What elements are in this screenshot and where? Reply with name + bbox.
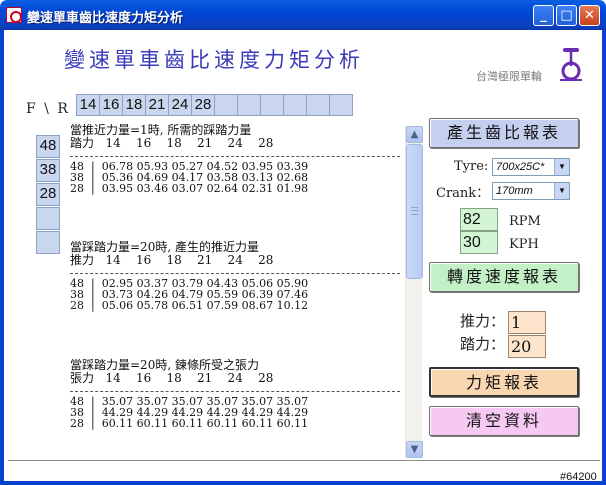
rear-gear-cell[interactable]: [260, 94, 284, 116]
report-scrollbar[interactable]: ▲ ▼: [405, 126, 423, 458]
client-area: 變速單車齒比速度力矩分析 台灣極限單輪 F \ R 14 16 18 21 24…: [4, 30, 602, 481]
front-gear-cell[interactable]: [36, 207, 60, 230]
thrust-label: 推力：: [460, 312, 506, 330]
report-section: 當推近力量=1時, 所需的踩踏力量 踏力 14 16 18 21 24 28 4…: [70, 124, 400, 195]
grip-icon: [411, 207, 418, 215]
chevron-down-icon[interactable]: ▼: [554, 159, 569, 175]
report-row: 28 | 60.11 60.11 60.11 60.11 60.11 60.11: [70, 417, 309, 430]
scroll-up-icon[interactable]: ▲: [406, 126, 423, 143]
app-heading: 變速單車齒比速度力矩分析: [64, 48, 364, 72]
tyre-select[interactable]: 700x25C* ▼: [492, 158, 570, 176]
scroll-down-icon[interactable]: ▼: [406, 441, 423, 458]
scroll-thumb[interactable]: [406, 144, 423, 279]
crank-value: 170mm: [496, 185, 533, 197]
rear-gear-cell[interactable]: [306, 94, 330, 116]
rear-gear-cell[interactable]: [237, 94, 261, 116]
minimize-button[interactable]: _: [533, 5, 554, 26]
close-button[interactable]: ✕: [579, 5, 600, 26]
gear-report-button[interactable]: 產生齒比報表: [429, 118, 579, 148]
app-icon[interactable]: [6, 7, 22, 23]
tyre-value: 700x25C*: [496, 161, 545, 173]
crank-select[interactable]: 170mm ▼: [492, 182, 570, 200]
title-bar: 變速單車齒比速度力矩分析 _ □ ✕: [0, 0, 606, 30]
report-row: 28 | 05.06 05.78 06.51 07.59 08.67 10.12: [70, 299, 309, 312]
chevron-down-icon[interactable]: ▼: [554, 183, 569, 199]
torque-report-button[interactable]: 力矩報表: [429, 367, 579, 397]
section-divider: [70, 273, 400, 274]
report-section: 當踩踏力量=20時, 產生的推近力量 推力 14 16 18 21 24 28 …: [70, 241, 400, 312]
unicycle-icon: [560, 48, 582, 81]
window-border-bottom: [0, 481, 606, 485]
clear-data-button[interactable]: 清空資料: [429, 406, 579, 436]
front-gear-cell[interactable]: 48: [36, 135, 60, 158]
rear-gear-cell[interactable]: 14: [76, 94, 100, 116]
rear-gear-cell[interactable]: 18: [122, 94, 146, 116]
rear-gear-cell[interactable]: 16: [99, 94, 123, 116]
rpm-label: RPM: [509, 214, 541, 229]
section-header: 張力 14 16 18 21 24 28: [70, 371, 274, 385]
front-rear-label: F \ R: [26, 101, 70, 117]
bottom-divider: [8, 460, 600, 461]
section-header: 推力 14 16 18 21 24 28: [70, 253, 274, 267]
kph-label: KPH: [509, 237, 539, 252]
watermark-id: #64200: [560, 471, 597, 483]
section-divider: [70, 156, 400, 157]
pedal-force-label: 踏力：: [460, 335, 506, 353]
rear-gear-cell[interactable]: [329, 94, 353, 116]
rear-gear-cell[interactable]: 21: [145, 94, 169, 116]
rear-gear-row: 14 16 18 21 24 28: [76, 94, 353, 116]
club-name: 台灣極限單輪: [476, 70, 542, 83]
rear-gear-cell[interactable]: 24: [168, 94, 192, 116]
speed-report-button[interactable]: 轉度速度報表: [429, 262, 579, 292]
rear-gear-cell[interactable]: [283, 94, 307, 116]
report-section: 當踩踏力量=20時, 鍊條所受之張力 張力 14 16 18 21 24 28 …: [70, 359, 400, 430]
window-border-right: [602, 30, 606, 485]
kph-input[interactable]: 30: [460, 231, 498, 254]
maximize-button[interactable]: □: [556, 5, 577, 26]
front-gear-cell[interactable]: [36, 231, 60, 254]
report-textarea[interactable]: 當推近力量=1時, 所需的踩踏力量 踏力 14 16 18 21 24 28 4…: [66, 124, 404, 458]
front-gear-cell[interactable]: 38: [36, 159, 60, 182]
tyre-label: Tyre:: [454, 159, 489, 174]
section-divider: [70, 391, 400, 392]
pedal-force-input[interactable]: 20: [508, 335, 546, 358]
rpm-input[interactable]: 82: [460, 208, 498, 231]
section-header: 踏力 14 16 18 21 24 28: [70, 136, 274, 150]
thrust-input[interactable]: 1: [508, 311, 546, 334]
front-gear-cell[interactable]: 28: [36, 183, 60, 206]
window-title: 變速單車齒比速度力矩分析: [27, 10, 184, 25]
rear-gear-cell[interactable]: [214, 94, 238, 116]
rear-gear-cell[interactable]: 28: [191, 94, 215, 116]
report-row: 28 | 03.95 03.46 03.07 02.64 02.31 01.98: [70, 182, 309, 195]
front-gear-column: 48 38 28: [36, 135, 60, 255]
crank-label: Crank：: [436, 186, 490, 201]
